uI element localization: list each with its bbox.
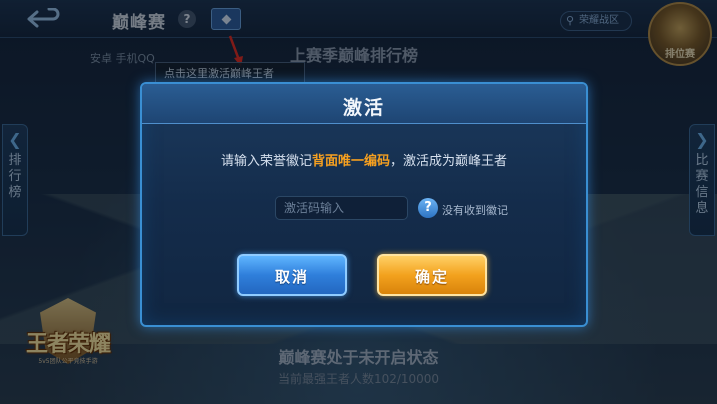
activation-dialog: 激活 请输入荣誉徽记背面唯一编码，激活成为巅峰王者 ? 没有收到徽记 取消 确定 — [140, 82, 588, 327]
dialog-header: 激活 — [142, 84, 586, 124]
dialog-title: 激活 — [342, 97, 385, 119]
instruction-highlight: 背面唯一编码 — [311, 154, 390, 169]
help-icon[interactable]: ? — [418, 198, 438, 218]
activation-code-input[interactable] — [275, 196, 408, 220]
no-badge-link[interactable]: 没有收到徽记 — [442, 202, 508, 218]
instruction-suffix: ，激活成为巅峰王者 — [390, 154, 508, 169]
confirm-button[interactable]: 确定 — [377, 254, 487, 296]
cancel-button[interactable]: 取消 — [237, 254, 347, 296]
instruction-prefix: 请输入荣誉徽记 — [220, 154, 312, 169]
dialog-instruction: 请输入荣誉徽记背面唯一编码，激活成为巅峰王者 — [142, 150, 586, 169]
